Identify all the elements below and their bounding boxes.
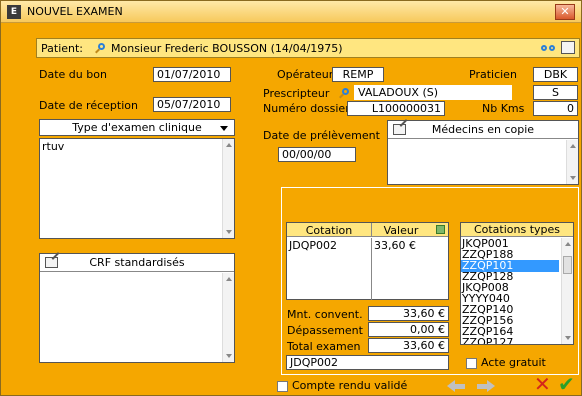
row-cotation: JDQP002 xyxy=(289,239,338,252)
patient-bar[interactable]: Patient: Monsieur Frederic BOUSSON (14/0… xyxy=(36,38,580,58)
prescripteur-code-field[interactable]: S xyxy=(533,85,578,100)
cotations-types-scrollbar[interactable] xyxy=(561,238,573,344)
title-bar: E NOUVEL EXAMEN ✕ xyxy=(1,1,581,23)
type-examen-dropdown[interactable]: Type d'examen clinique xyxy=(39,119,235,136)
depassement-label: Dépassement xyxy=(287,324,363,337)
date-bon-field[interactable]: 01/07/2010 xyxy=(153,67,231,82)
cotation-header: Cotation xyxy=(305,224,353,237)
exam-window: E NOUVEL EXAMEN ✕ Patient: Monsieur Fred… xyxy=(0,0,582,396)
note-edit-icon[interactable] xyxy=(45,257,58,268)
cotation-code-field[interactable]: JDQP002 xyxy=(286,355,449,370)
date-reception-field[interactable]: 05/07/2010 xyxy=(153,97,231,112)
validate-icon[interactable]: ✔ xyxy=(558,374,575,394)
note-edit-icon[interactable] xyxy=(393,124,406,135)
app-icon: E xyxy=(7,5,21,19)
close-button[interactable]: ✕ xyxy=(555,4,575,20)
row-valeur: 33,60 € xyxy=(374,239,416,252)
type-examen-text[interactable]: rtuv xyxy=(39,138,235,239)
type-examen-label: Type d'examen clinique xyxy=(72,121,202,134)
patient-search-icon[interactable] xyxy=(95,43,106,54)
medecins-scrollbar[interactable] xyxy=(566,140,578,184)
next-arrow-icon[interactable] xyxy=(477,380,495,392)
crf-scrollbar[interactable] xyxy=(222,273,234,362)
type-examen-scrollbar[interactable] xyxy=(222,139,234,238)
mnt-label: Mnt. convent. xyxy=(287,308,363,321)
numero-dossier-field[interactable]: L100000031 xyxy=(347,101,445,116)
depassement-field[interactable]: 0,00 € xyxy=(368,322,449,337)
nb-kms-label: Nb Kms xyxy=(482,102,525,115)
list-item[interactable]: ZZQP127 xyxy=(461,337,559,345)
medecins-header: Médecins en copie xyxy=(388,121,578,139)
crf-panel[interactable]: CRF standardisés xyxy=(39,253,235,363)
total-label: Total examen xyxy=(287,340,361,353)
acte-gratuit-checkbox[interactable] xyxy=(466,358,477,369)
cotations-types-header: Cotations types xyxy=(461,223,573,237)
glasses-icon[interactable] xyxy=(541,43,555,53)
cotation-table[interactable]: Cotation Valeur JDQP002 33,60 € xyxy=(286,222,449,300)
valeur-header: Valeur xyxy=(383,224,419,237)
acte-gratuit-label: Acte gratuit xyxy=(481,356,546,369)
prescripteur-label: Prescripteur xyxy=(263,87,330,100)
compte-rendu-label: Compte rendu validé xyxy=(292,379,408,392)
cancel-icon[interactable]: ✕ xyxy=(534,374,551,394)
praticien-label: Praticien xyxy=(469,68,517,81)
prescripteur-search-icon[interactable] xyxy=(339,88,350,99)
patient-value: Monsieur Frederic BOUSSON (14/04/1975) xyxy=(111,42,343,55)
type-examen-text-value: rtuv xyxy=(42,140,65,153)
cotation-table-header: Cotation Valeur xyxy=(287,223,448,237)
total-field[interactable]: 33,60 € xyxy=(368,338,449,353)
add-row-icon[interactable] xyxy=(436,225,445,234)
edit-patient-icon[interactable] xyxy=(561,41,575,54)
window-title: NOUVEL EXAMEN xyxy=(27,5,123,18)
date-reception-label: Date de réception xyxy=(39,99,138,112)
compte-rendu-checkbox[interactable] xyxy=(277,381,288,392)
operateur-field[interactable]: REMP xyxy=(332,67,384,82)
patient-label: Patient: xyxy=(41,42,84,55)
numero-dossier-label: Numéro dossier xyxy=(263,102,350,115)
praticien-field[interactable]: DBK xyxy=(533,67,578,82)
crf-label: CRF standardisés xyxy=(89,256,185,269)
medecins-panel[interactable]: Médecins en copie xyxy=(387,120,579,185)
medecins-label: Médecins en copie xyxy=(431,123,535,136)
chevron-down-icon xyxy=(220,126,228,131)
mnt-field[interactable]: 33,60 € xyxy=(368,306,449,321)
date-prelevement-field[interactable]: 00/00/00 xyxy=(278,147,356,162)
date-prelevement-label: Date de prélèvement xyxy=(263,129,380,142)
table-row[interactable]: JDQP002 33,60 € xyxy=(287,238,448,300)
date-bon-label: Date du bon xyxy=(39,68,107,81)
prescripteur-field[interactable]: VALADOUX (S) xyxy=(354,85,512,100)
operateur-label: Opérateur xyxy=(277,68,334,81)
crf-header: CRF standardisés xyxy=(40,254,234,272)
previous-arrow-icon[interactable] xyxy=(447,380,465,392)
cotations-types-list[interactable]: Cotations types JKQP001 ZZQP188 ZZQP101 ZZQ… xyxy=(460,222,574,345)
nb-kms-field[interactable]: 0 xyxy=(533,101,578,116)
